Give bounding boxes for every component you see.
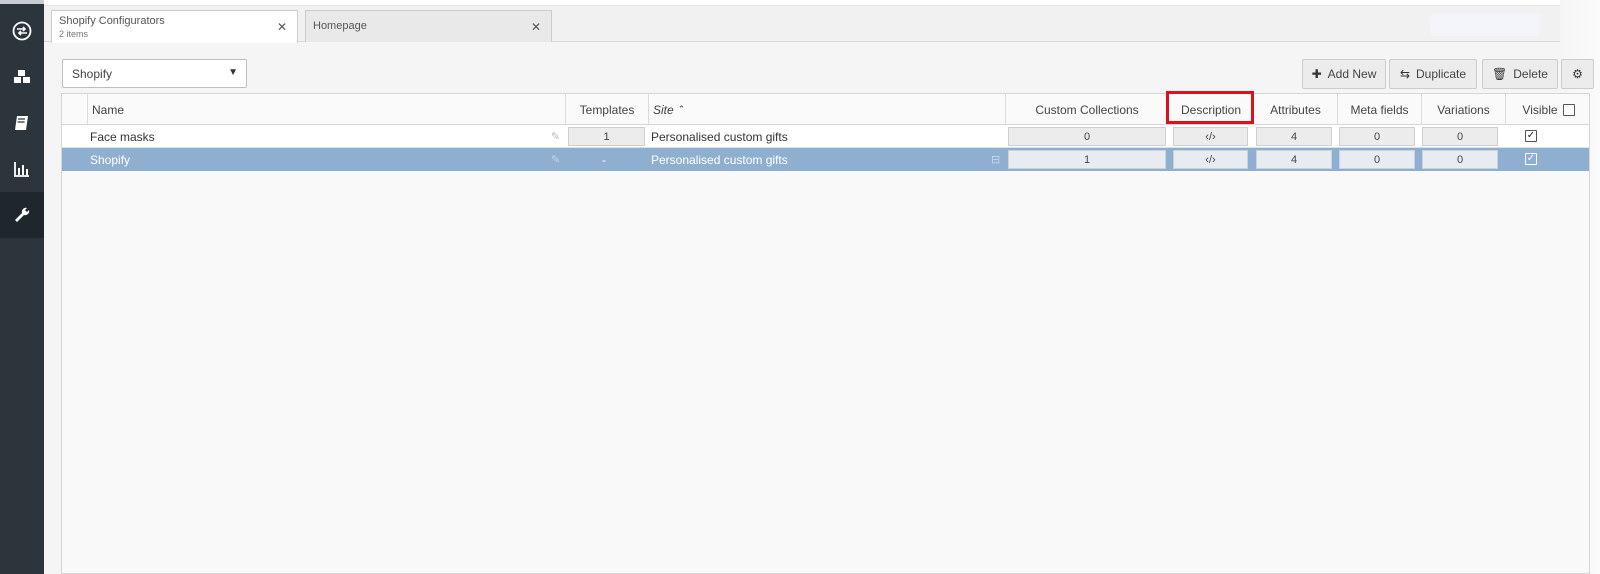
delete-button[interactable]: 🗑 Delete (1482, 59, 1558, 89)
tab-shopify-configurators[interactable]: Shopify Configurators 2 items ✕ (51, 10, 298, 43)
visible-checkbox[interactable]: ✓ (1525, 130, 1537, 142)
edit-icon[interactable]: ✎ (551, 130, 560, 143)
tab-title: Homepage (313, 20, 367, 32)
header-attributes[interactable]: Attributes (1253, 94, 1337, 125)
tab-bar: Shopify Configurators 2 items ✕ Homepage… (44, 0, 1600, 43)
header-templates-label: Templates (579, 102, 635, 117)
header-custom-collections-label: Custom Collections (1035, 102, 1139, 117)
header-name[interactable]: Name (87, 94, 565, 125)
variations-cell[interactable]: 0 (1422, 150, 1498, 169)
header-custom-collections[interactable]: Custom Collections (1005, 94, 1168, 125)
attributes-cell[interactable]: 4 (1256, 127, 1332, 146)
row-name: Shopify (90, 152, 131, 167)
templates-cell[interactable]: - (602, 148, 606, 171)
grid-header: Name Templates Site ⌃ Custom Collections… (62, 94, 1589, 125)
description-cell[interactable]: ‹/› (1173, 150, 1248, 169)
header-visible[interactable]: Visible (1505, 94, 1591, 125)
book-icon[interactable] (0, 100, 44, 146)
top-line (44, 0, 1600, 6)
add-new-button[interactable]: ✚ Add New (1302, 59, 1386, 89)
exchange-icon[interactable] (0, 8, 44, 54)
tab-title: Shopify Configurators (59, 15, 165, 27)
header-variations[interactable]: Variations (1421, 94, 1505, 125)
store-select-value: Shopify (72, 67, 113, 81)
header-variations-label: Variations (1437, 102, 1490, 117)
chevron-down-icon: ▼ (228, 67, 238, 78)
visible-checkbox[interactable]: ✓ (1525, 153, 1537, 165)
row-name: Face masks (90, 129, 155, 144)
add-new-label: Add New (1327, 67, 1377, 81)
sort-asc-icon: ⌃ (677, 104, 686, 114)
close-icon[interactable]: ✕ (277, 20, 287, 34)
header-site-label: Site (653, 102, 674, 117)
close-icon[interactable]: ✕ (531, 20, 541, 34)
header-placeholder (1430, 14, 1540, 36)
store-select[interactable]: Shopify ▼ (62, 59, 247, 88)
templates-cell[interactable]: 1 (568, 127, 645, 146)
header-visible-label: Visible (1522, 102, 1558, 117)
row-site: Personalised custom gifts (651, 152, 788, 167)
header-attributes-label: Attributes (1270, 102, 1321, 117)
description-highlight-box (1166, 91, 1254, 124)
header-site[interactable]: Site ⌃ (648, 94, 1005, 125)
gear-icon: ⚙ (1572, 67, 1583, 81)
attributes-cell[interactable]: 4 (1256, 150, 1332, 169)
description-cell[interactable]: ‹/› (1173, 127, 1248, 146)
dropdown-icon[interactable]: ⊟ (991, 153, 1000, 166)
cubes-icon[interactable] (0, 54, 44, 100)
header-meta-fields-label: Meta fields (1350, 102, 1409, 117)
duplicate-button[interactable]: ⇆ Duplicate (1389, 59, 1477, 89)
plus-icon: ✚ (1311, 67, 1322, 81)
sidebar-top-strip (0, 0, 44, 4)
meta-fields-cell[interactable]: 0 (1339, 150, 1415, 169)
duplicate-label: Duplicate (1416, 67, 1467, 81)
meta-fields-cell[interactable]: 0 (1339, 127, 1415, 146)
header-meta-fields[interactable]: Meta fields (1337, 94, 1421, 125)
table-row[interactable]: Face masks ✎ 1 Personalised custom gifts… (62, 125, 1589, 148)
variations-cell[interactable]: 0 (1422, 127, 1498, 146)
edit-icon[interactable]: ✎ (551, 153, 560, 166)
bar-chart-icon[interactable] (0, 146, 44, 192)
table-row-selected[interactable]: Shopify ✎ - Personalised custom gifts ⊟ … (62, 148, 1589, 171)
header-select-col (62, 94, 87, 125)
tab-subtitle: 2 items (59, 29, 89, 39)
row-site: Personalised custom gifts (651, 129, 788, 144)
duplicate-icon: ⇆ (1399, 67, 1411, 81)
header-templates[interactable]: Templates (565, 94, 648, 125)
visible-all-checkbox[interactable] (1562, 103, 1575, 116)
configurators-grid: Name Templates Site ⌃ Custom Collections… (61, 93, 1590, 574)
left-sidebar (0, 0, 44, 574)
delete-label: Delete (1513, 67, 1548, 81)
custom-collections-cell[interactable]: 0 (1008, 127, 1166, 146)
wrench-icon[interactable] (0, 192, 44, 238)
header-name-label: Name (92, 102, 125, 117)
custom-collections-cell[interactable]: 1 (1008, 150, 1166, 169)
settings-button[interactable]: ⚙ (1561, 59, 1594, 89)
tab-homepage[interactable]: Homepage ✕ (305, 10, 552, 42)
trash-icon: 🗑 (1492, 67, 1508, 81)
